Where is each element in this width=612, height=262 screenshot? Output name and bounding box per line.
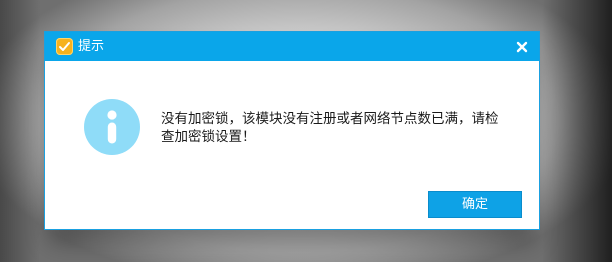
app-logo-icon: [56, 38, 73, 55]
dialog-titlebar[interactable]: 提示: [45, 32, 539, 61]
ok-button[interactable]: 确定: [428, 191, 522, 218]
close-button[interactable]: [513, 38, 531, 56]
dialog-title: 提示: [78, 39, 105, 54]
dialog-message: 没有加密锁，该模块没有注册或者网络节点数已满，请检查加密锁设置！: [161, 111, 499, 145]
background-shade-right: [542, 0, 612, 262]
close-icon: [516, 41, 528, 53]
message-dialog: 提示 没有加密锁，该模块没有注册或者网络节点数已满，请检查加密锁设置！ 确定: [44, 31, 540, 230]
background-shade-left: [0, 0, 40, 262]
info-icon: [84, 99, 140, 155]
